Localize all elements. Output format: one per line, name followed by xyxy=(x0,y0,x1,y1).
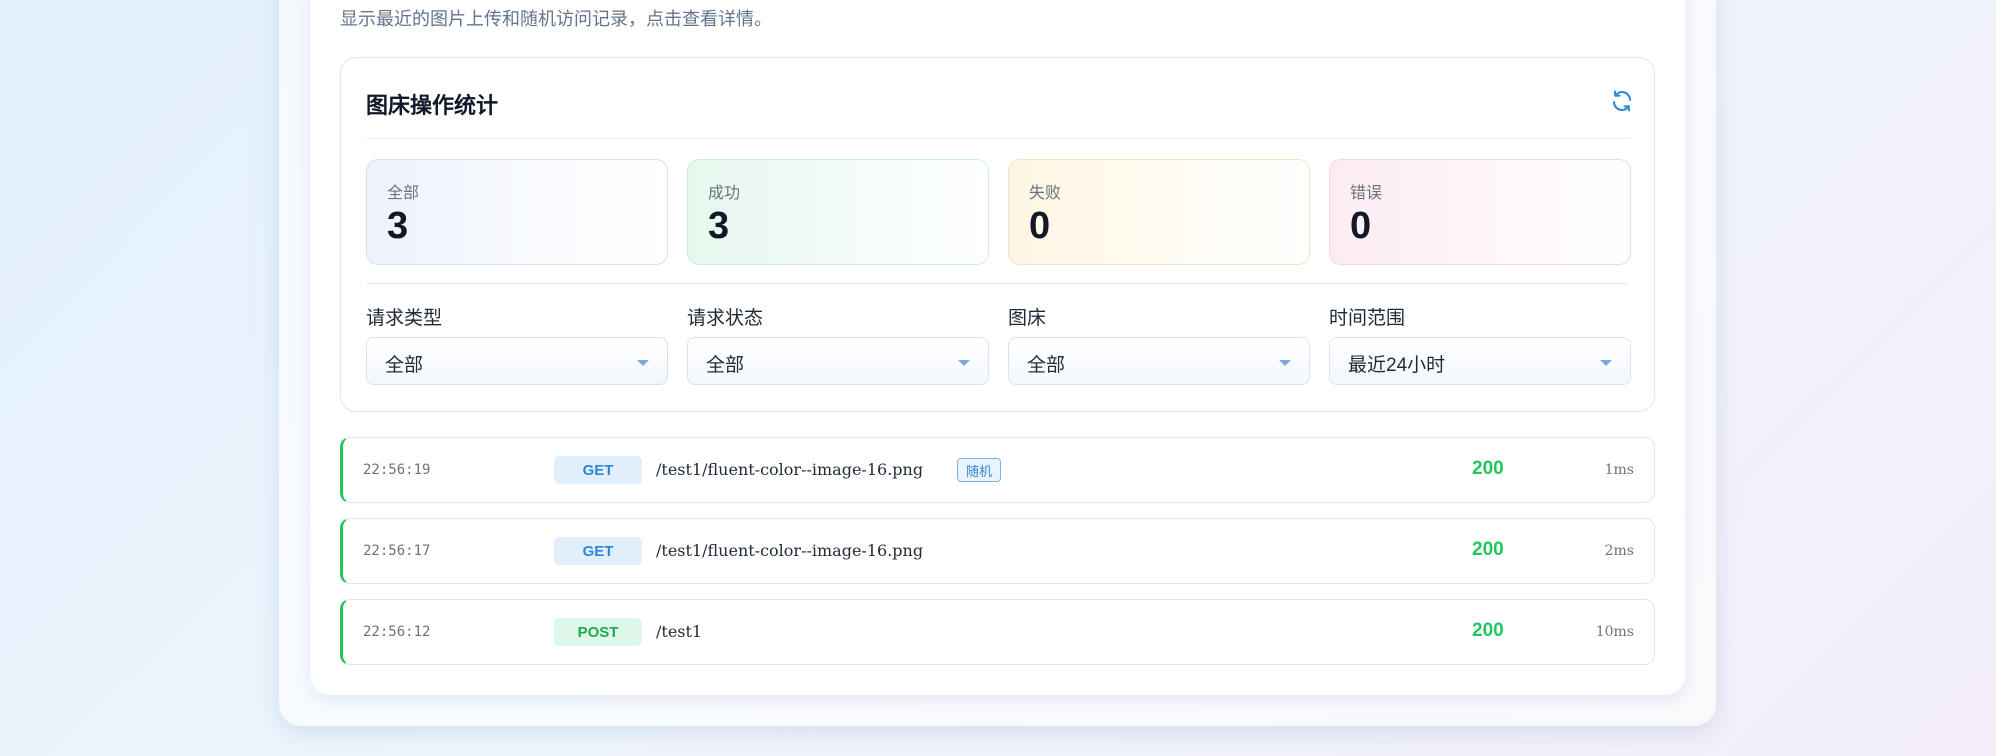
filter-label-request-status: 请求状态 xyxy=(687,308,764,329)
stat-card-error: 错误 0 xyxy=(1329,159,1631,265)
stat-value-failed: 0 xyxy=(1029,205,1051,247)
log-path: /test1 xyxy=(656,622,703,641)
log-row[interactable]: 22:56:19 GET /test1/fluent-color--image-… xyxy=(340,437,1655,503)
status-code: 200 xyxy=(1472,539,1504,560)
image-host-value: 全部 xyxy=(1027,355,1066,376)
stat-card-failed: 失败 0 xyxy=(1008,159,1310,265)
request-status-value: 全部 xyxy=(706,355,745,376)
stat-label-success: 成功 xyxy=(708,185,741,202)
log-duration: 2ms xyxy=(1604,543,1634,559)
status-code: 200 xyxy=(1472,458,1504,479)
stats-divider xyxy=(366,283,1629,284)
time-range-select[interactable]: 最近24小时 xyxy=(1329,337,1631,385)
stats-panel: 图床操作统计 全部 3 成功 3 失败 0 错误 0 请求类型 全部 请求状态 … xyxy=(340,57,1655,412)
chevron-down-icon xyxy=(1600,360,1612,366)
log-time: 22:56:19 xyxy=(363,462,431,478)
random-badge: 随机 xyxy=(957,458,1002,482)
intro-description: 显示最近的图片上传和随机访问记录，点击查看详情。 xyxy=(340,9,772,29)
log-row[interactable]: 22:56:17 GET /test1/fluent-color--image-… xyxy=(340,518,1655,584)
title-divider xyxy=(366,138,1629,139)
stat-label-all: 全部 xyxy=(387,185,420,202)
log-time: 22:56:12 xyxy=(363,624,431,640)
chevron-down-icon xyxy=(958,360,970,366)
request-type-select[interactable]: 全部 xyxy=(366,337,668,385)
refresh-button[interactable] xyxy=(1607,86,1637,116)
method-badge: POST xyxy=(554,618,642,646)
log-time: 22:56:17 xyxy=(363,543,431,559)
log-duration: 10ms xyxy=(1595,624,1634,640)
filter-label-request-type: 请求类型 xyxy=(366,308,443,329)
time-range-value: 最近24小时 xyxy=(1348,355,1446,376)
stat-value-all: 3 xyxy=(387,205,409,247)
status-code: 200 xyxy=(1472,620,1504,641)
log-path: /test1/fluent-color--image-16.png xyxy=(656,460,924,479)
chevron-down-icon xyxy=(1279,360,1291,366)
image-host-select[interactable]: 全部 xyxy=(1008,337,1310,385)
filter-label-image-host: 图床 xyxy=(1008,308,1047,329)
request-status-select[interactable]: 全部 xyxy=(687,337,989,385)
log-duration: 1ms xyxy=(1604,462,1634,478)
log-path: /test1/fluent-color--image-16.png xyxy=(656,541,924,560)
refresh-icon xyxy=(1613,90,1631,112)
stat-card-all: 全部 3 xyxy=(366,159,668,265)
stats-title: 图床操作统计 xyxy=(366,93,499,118)
method-badge: GET xyxy=(554,456,642,484)
stat-value-error: 0 xyxy=(1350,205,1372,247)
method-badge: GET xyxy=(554,537,642,565)
log-row[interactable]: 22:56:12 POST /test1 200 10ms xyxy=(340,599,1655,665)
request-type-value: 全部 xyxy=(385,355,424,376)
filter-label-time-range: 时间范围 xyxy=(1329,308,1406,329)
stat-label-failed: 失败 xyxy=(1029,185,1062,202)
stat-label-error: 错误 xyxy=(1350,185,1383,202)
stat-value-success: 3 xyxy=(708,205,730,247)
stat-card-success: 成功 3 xyxy=(687,159,989,265)
chevron-down-icon xyxy=(637,360,649,366)
